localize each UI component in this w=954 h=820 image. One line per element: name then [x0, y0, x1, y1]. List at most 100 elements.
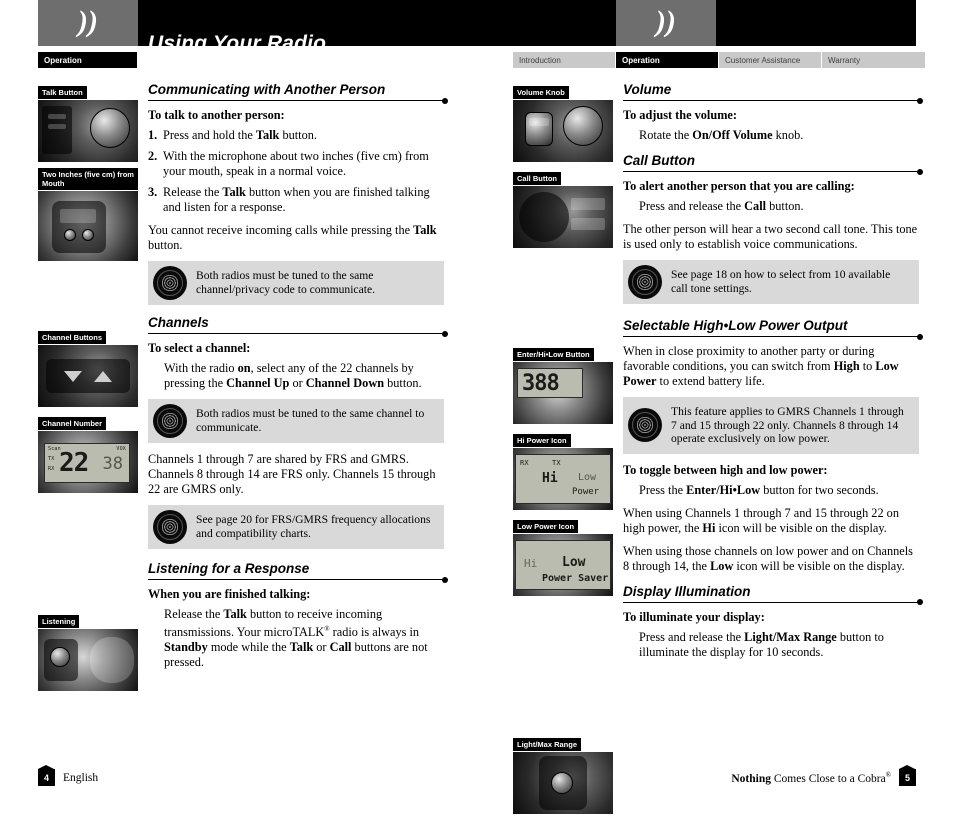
figure-enter-hi-low-button: Enter/Hi•Low Button 388 [513, 344, 613, 424]
right-logo-box: )) [616, 0, 716, 46]
lcd-vox-label: VOX [116, 446, 126, 452]
para-low-icon: When using those channels on low power a… [623, 543, 913, 573]
speaker-icon [628, 408, 662, 443]
note-text: See page 20 for FRS/GMRS frequency alloc… [196, 513, 431, 540]
heading-call-button: Call Button [623, 153, 695, 168]
figure-two-inches-from-mouth: Two Inches (five cm) from Mouth [38, 168, 138, 261]
lcd-code-number: 38 [102, 454, 123, 474]
cobra-logo-icon: )) [656, 5, 676, 38]
list-item: 3. Release the Talk button when you are f… [148, 185, 444, 215]
left-page: )) Using Your Radio Operation Talk Butto… [0, 0, 477, 808]
para-power-body: When in close proximity to another party… [623, 344, 899, 388]
note-tune-same-channel: Both radios must be tuned to the same ch… [148, 261, 444, 305]
lcd-display: Scan VOX TX RX 22 38 [44, 443, 130, 483]
lead-toggle-power: To toggle between high and low power: [623, 462, 828, 477]
section-rule [623, 599, 923, 606]
footer-tagline: Nothing Comes Close to a Cobra® [731, 771, 891, 785]
figure-image: 388 [513, 362, 613, 424]
figure-call-button: Call Button [513, 168, 613, 248]
speaker-icon [153, 266, 187, 300]
heading-communicating: Communicating with Another Person [148, 82, 386, 97]
note-text: This feature applies to GMRS Channels 1 … [671, 405, 904, 446]
page-number-right: 5 [899, 765, 916, 786]
section-rule [148, 97, 448, 104]
note-see-page-18: See page 18 on how to select from 10 ava… [623, 260, 919, 304]
figure-label: Channel Buttons [38, 331, 106, 344]
figure-label: Enter/Hi•Low Button [513, 348, 594, 361]
figure-image [513, 186, 613, 248]
lead-illuminate: To illuminate your display: [623, 609, 765, 624]
figure-talk-button: Talk Button [38, 82, 138, 162]
tab-customer-assistance[interactable]: Customer Assistance [719, 52, 822, 68]
figure-light-max-range: Light/Max Range [513, 734, 613, 814]
lcd-hi-icon: Hi [524, 557, 538, 570]
figure-label: Listening [38, 615, 80, 628]
tab-operation[interactable]: Operation [616, 52, 719, 68]
heading-display-illumination: Display Illumination [623, 583, 751, 599]
note-text: See page 18 on how to select from 10 ava… [671, 268, 891, 295]
para-listening-body: Release the Talk button to receive incom… [164, 607, 428, 670]
figure-image: Hi Low Power Saver [513, 534, 613, 596]
para-select-channel: With the radio on, select any of the 22 … [164, 361, 422, 390]
section-rule [148, 576, 448, 583]
speaker-icon [628, 265, 662, 299]
list-item: 1. Press and hold the Talk button. [148, 128, 444, 143]
footer-tagline-rest: Comes Close to a Cobra [771, 772, 886, 785]
lcd-tx-label: TX [48, 456, 55, 462]
right-footer: Nothing Comes Close to a Cobra® 5 [731, 765, 916, 786]
lcd-rx-label: RX [520, 459, 529, 467]
note-see-page-20: See page 20 for FRS/GMRS frequency alloc… [148, 505, 444, 549]
lcd-display: RX TX Hi Low Power [515, 454, 611, 504]
figure-label: Two Inches (five cm) from Mouth [38, 168, 138, 190]
figure-low-power-icon: Low Power Icon Hi Low Power Saver [513, 516, 613, 596]
figure-image: Scan VOX TX RX 22 38 [38, 431, 138, 493]
lcd-rx-label: RX [48, 466, 55, 472]
left-figure-column: Talk Button Two Inches (five cm) from Mo… [38, 82, 138, 697]
left-footer: 4 English [38, 765, 99, 786]
step-text: With the microphone about two inches (fi… [163, 149, 429, 178]
page-title: Using Your Radio [148, 32, 327, 55]
heading-channels: Channels [148, 315, 209, 330]
figure-image [38, 629, 138, 691]
lcd-low-icon: Low [562, 555, 586, 570]
figure-label: Volume Knob [513, 86, 569, 99]
lcd-low-icon: Low [578, 472, 597, 483]
figure-volume-knob: Volume Knob [513, 82, 613, 162]
note-gmrs-channels: This feature applies to GMRS Channels 1 … [623, 397, 919, 454]
page-number-left: 4 [38, 765, 55, 786]
lcd-hi-icon: Hi [542, 471, 558, 486]
tab-operation-left[interactable]: Operation [38, 52, 138, 68]
para-frs-gmrs: Channels 1 through 7 are shared by FRS a… [148, 452, 436, 496]
lead-listening: When you are finished talking: [148, 587, 311, 601]
section-rule [623, 333, 923, 340]
note-same-channel: Both radios must be tuned to the same ch… [148, 399, 444, 443]
lead-call-button: To alert another person that you are cal… [623, 179, 855, 193]
tab-warranty[interactable]: Warranty [822, 52, 925, 68]
speaker-icon [153, 510, 187, 544]
list-item: 2. With the microphone about two inches (… [148, 149, 444, 179]
footer-language: English [63, 771, 99, 784]
left-logo-box: )) [38, 0, 138, 46]
figure-label: Call Button [513, 172, 561, 185]
left-tab-bar: Operation [38, 52, 138, 68]
step-text: Press and hold the Talk button. [163, 128, 317, 142]
tab-introduction[interactable]: Introduction [513, 52, 616, 68]
right-text-column: Volume To adjust the volume: Rotate the … [623, 82, 923, 668]
lcd-tx-label: TX [552, 459, 561, 467]
registered-mark: ® [885, 770, 891, 779]
para-call-body: Press and release the Call button. [639, 199, 804, 213]
cobra-logo-icon: )) [78, 5, 98, 38]
step-text: Release the Talk button when you are fin… [163, 185, 430, 214]
figure-image: RX TX Hi Low Power [513, 448, 613, 510]
lcd-power-label: Power [572, 487, 600, 497]
heading-listening: Listening for a Response [148, 561, 310, 576]
lead-communicating: To talk to another person: [148, 108, 285, 122]
lcd-power-saver-label: Power Saver [542, 573, 609, 584]
figure-label: Channel Number [38, 417, 107, 430]
note-text: Both radios must be tuned to the same ch… [196, 407, 425, 434]
footer-tagline-bold: Nothing [731, 772, 771, 785]
right-tab-bar: Introduction Operation Customer Assistan… [513, 52, 925, 68]
right-page: )) Introduction Operation Customer Assis… [477, 0, 954, 814]
lcd-channel-number: 22 [59, 448, 89, 478]
para-volume-body: Rotate the On/Off Volume knob. [639, 128, 804, 142]
